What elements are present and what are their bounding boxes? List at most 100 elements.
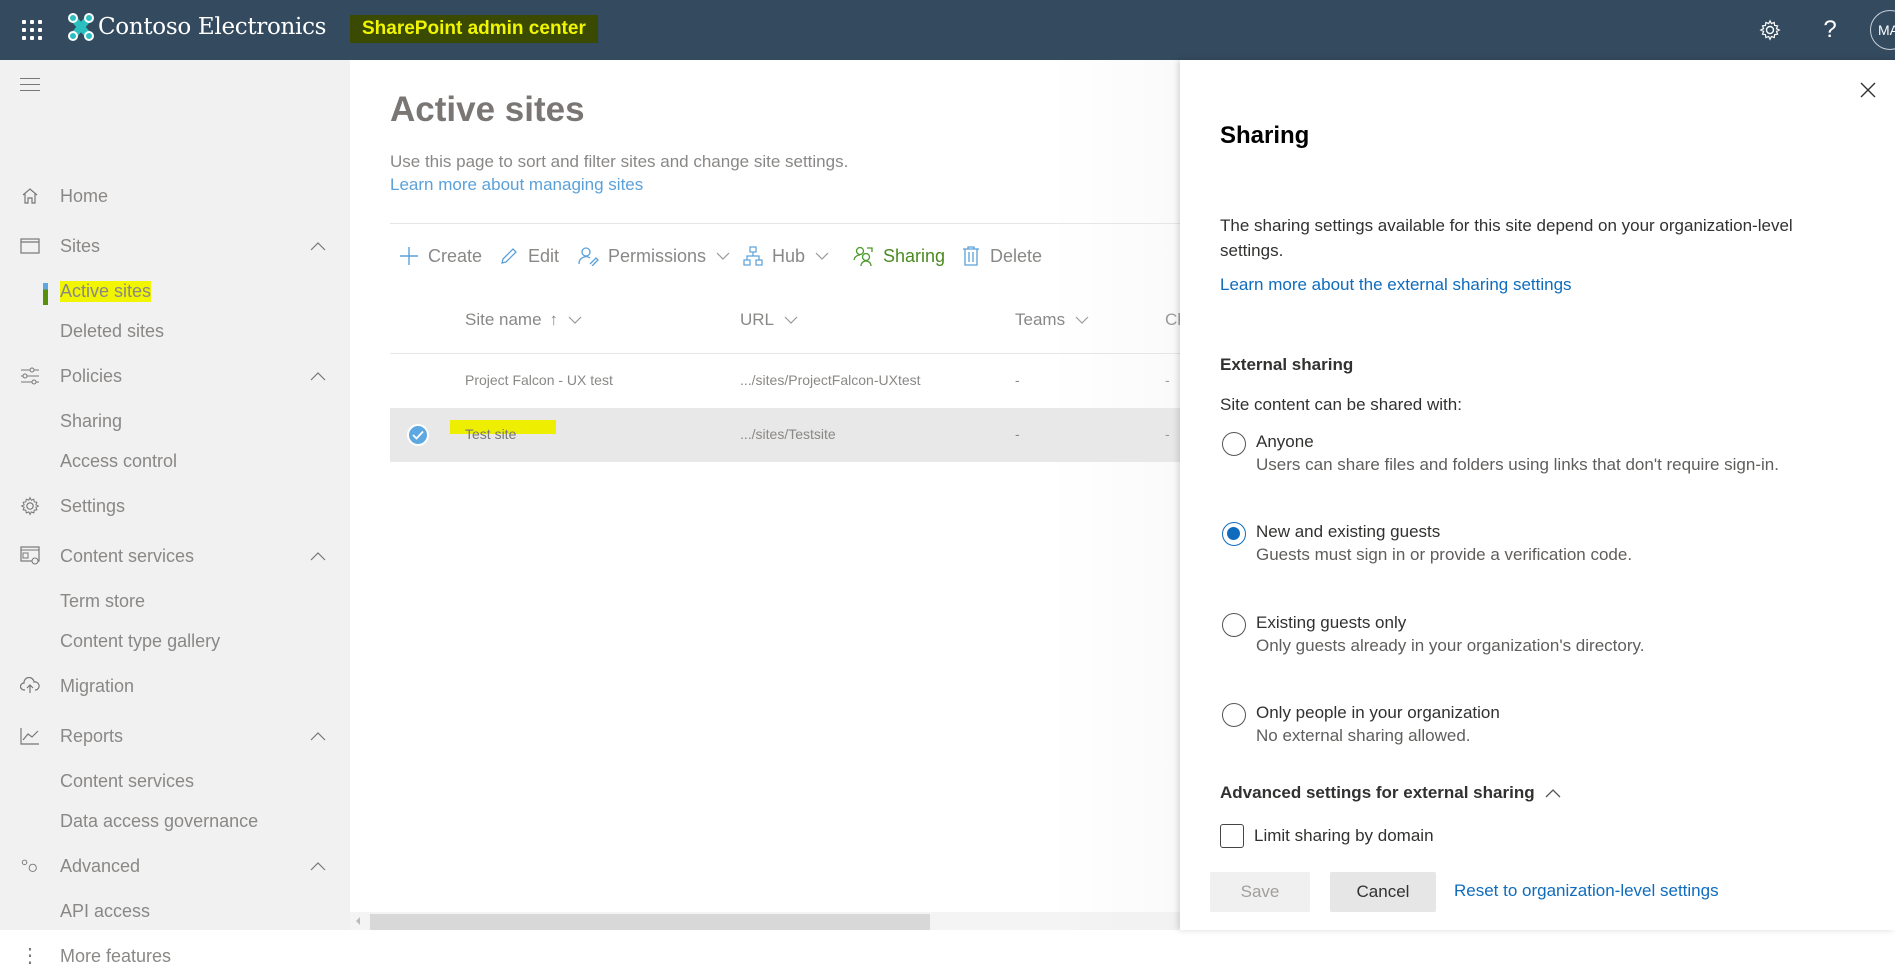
nav-item-reports-content-services[interactable]: Content services	[0, 763, 350, 799]
app-title[interactable]: SharePoint admin center	[350, 15, 598, 43]
teams-cell: -	[1015, 426, 1020, 442]
content-services-icon	[20, 546, 40, 566]
brand-name: Contoso Electronics	[98, 14, 327, 40]
nav-item-home[interactable]: Home	[0, 176, 350, 216]
column-header-site-name[interactable]: Site name ↑	[465, 310, 582, 330]
policies-icon	[20, 366, 40, 386]
scrollbar-thumb[interactable]	[370, 914, 930, 930]
nav-item-sharing[interactable]: Sharing	[0, 403, 350, 439]
nav-item-data-access-governance[interactable]: Data access governance	[0, 803, 350, 839]
nav-item-more-features[interactable]: ⋮ More features	[0, 936, 350, 976]
scroll-left-icon[interactable]	[356, 917, 360, 925]
contoso-logo-icon	[68, 13, 94, 41]
nav-item-reports[interactable]: Reports	[0, 716, 350, 756]
radio-button-selected[interactable]	[1222, 522, 1246, 546]
shared-with-label: Site content can be shared with:	[1220, 395, 1462, 414]
nav-item-active-sites[interactable]: Active sites	[0, 273, 350, 309]
page-title: Active sites	[390, 90, 585, 129]
home-icon	[20, 186, 40, 206]
table-row[interactable]: Project Falcon - UX test .../sites/Proje…	[390, 354, 1290, 408]
nav-item-access-control[interactable]: Access control	[0, 443, 350, 479]
nav-item-content-type-gallery[interactable]: Content type gallery	[0, 623, 350, 659]
site-name-cell[interactable]: Test site	[465, 426, 516, 442]
chevron-up-icon[interactable]	[310, 861, 326, 871]
hub-button[interactable]: Hub	[742, 236, 829, 276]
chevron-up-icon[interactable]	[310, 551, 326, 561]
divider	[390, 223, 1290, 224]
external-sharing-learn-more-link[interactable]: Learn more about the external sharing se…	[1220, 275, 1572, 295]
nav-item-term-store[interactable]: Term store	[0, 583, 350, 619]
radio-option-only-people-in-org[interactable]: Only people in your organization No exte…	[1222, 701, 1862, 751]
more-icon: ⋮	[20, 945, 40, 967]
hub-icon	[742, 245, 764, 267]
side-nav: Home Sites Active sites Deleted sites Po…	[0, 60, 350, 966]
sharing-icon	[853, 245, 875, 267]
delete-button[interactable]: Delete	[960, 236, 1042, 276]
url-cell: .../sites/ProjectFalcon-UXtest	[740, 372, 921, 388]
chevron-down-icon	[568, 316, 582, 324]
panel-title: Sharing	[1220, 122, 1310, 149]
permissions-button[interactable]: Permissions	[578, 236, 730, 276]
reset-to-org-settings-link[interactable]: Reset to organization-level settings	[1454, 881, 1719, 901]
nav-item-settings[interactable]: Settings	[0, 486, 350, 526]
radio-option-existing-guests-only[interactable]: Existing guests only Only guests already…	[1222, 611, 1862, 661]
sites-icon	[20, 236, 40, 256]
url-cell: .../sites/Testsite	[740, 426, 836, 442]
chevron-up-icon[interactable]	[310, 371, 326, 381]
chevron-up-icon[interactable]	[310, 731, 326, 741]
save-button[interactable]: Save	[1210, 872, 1310, 912]
sort-ascending-icon: ↑	[549, 310, 559, 329]
cancel-button[interactable]: Cancel	[1330, 872, 1436, 912]
learn-more-link[interactable]: Learn more about managing sites	[390, 175, 643, 195]
site-name-cell[interactable]: Project Falcon - UX test	[465, 372, 613, 388]
nav-item-sites[interactable]: Sites	[0, 226, 350, 266]
chevron-down-icon	[815, 252, 829, 260]
external-sharing-heading: External sharing	[1220, 355, 1354, 374]
nav-item-api-access[interactable]: API access	[0, 893, 350, 929]
trash-icon	[960, 245, 982, 267]
channel-cell: -	[1165, 426, 1170, 442]
channel-cell: -	[1165, 372, 1170, 388]
active-indicator	[43, 283, 48, 305]
settings-icon[interactable]	[1754, 14, 1786, 46]
chevron-down-icon	[1075, 316, 1089, 324]
nav-item-policies[interactable]: Policies	[0, 356, 350, 396]
chevron-down-icon	[784, 316, 798, 324]
brand-logo[interactable]: Contoso Electronics	[68, 13, 326, 41]
help-icon[interactable]: ?	[1814, 14, 1846, 46]
sharing-button[interactable]: Sharing	[853, 236, 945, 276]
page-description: Use this page to sort and filter sites a…	[390, 152, 849, 171]
radio-option-anyone[interactable]: Anyone Users can share files and folders…	[1222, 430, 1862, 480]
close-icon[interactable]	[1858, 80, 1878, 100]
avatar[interactable]: MA	[1870, 10, 1895, 50]
radio-button[interactable]	[1222, 703, 1246, 727]
permissions-icon	[578, 245, 600, 267]
radio-option-new-and-existing-guests[interactable]: New and existing guests Guests must sign…	[1222, 520, 1862, 570]
nav-item-deleted-sites[interactable]: Deleted sites	[0, 313, 350, 349]
migration-icon	[20, 676, 40, 696]
column-header-teams[interactable]: Teams	[1015, 310, 1089, 330]
chevron-up-icon[interactable]	[310, 241, 326, 251]
table-row[interactable]: Test site .../sites/Testsite - -	[390, 408, 1290, 462]
plus-icon	[398, 245, 420, 267]
hamburger-icon[interactable]	[20, 78, 40, 92]
waffle-icon[interactable]	[16, 16, 44, 44]
reports-icon	[20, 726, 40, 746]
column-header-url[interactable]: URL	[740, 310, 798, 330]
create-button[interactable]: Create	[398, 236, 482, 276]
limit-sharing-by-domain-checkbox[interactable]: Limit sharing by domain	[1220, 823, 1434, 849]
top-bar: Contoso Electronics SharePoint admin cen…	[0, 0, 1895, 60]
nav-item-migration[interactable]: Migration	[0, 666, 350, 706]
edit-button[interactable]: Edit	[498, 236, 559, 276]
sharing-panel: Sharing The sharing settings available f…	[1180, 60, 1895, 930]
nav-item-content-services[interactable]: Content services	[0, 536, 350, 576]
advanced-settings-toggle[interactable]: Advanced settings for external sharing	[1220, 783, 1561, 803]
radio-button[interactable]	[1222, 432, 1246, 456]
nav-item-advanced[interactable]: Advanced	[0, 846, 350, 886]
row-checkmark-icon[interactable]	[407, 424, 429, 446]
advanced-icon	[20, 856, 40, 876]
chevron-up-icon	[1545, 789, 1561, 798]
chevron-down-icon	[716, 252, 730, 260]
radio-button[interactable]	[1222, 613, 1246, 637]
checkbox[interactable]	[1220, 824, 1244, 848]
